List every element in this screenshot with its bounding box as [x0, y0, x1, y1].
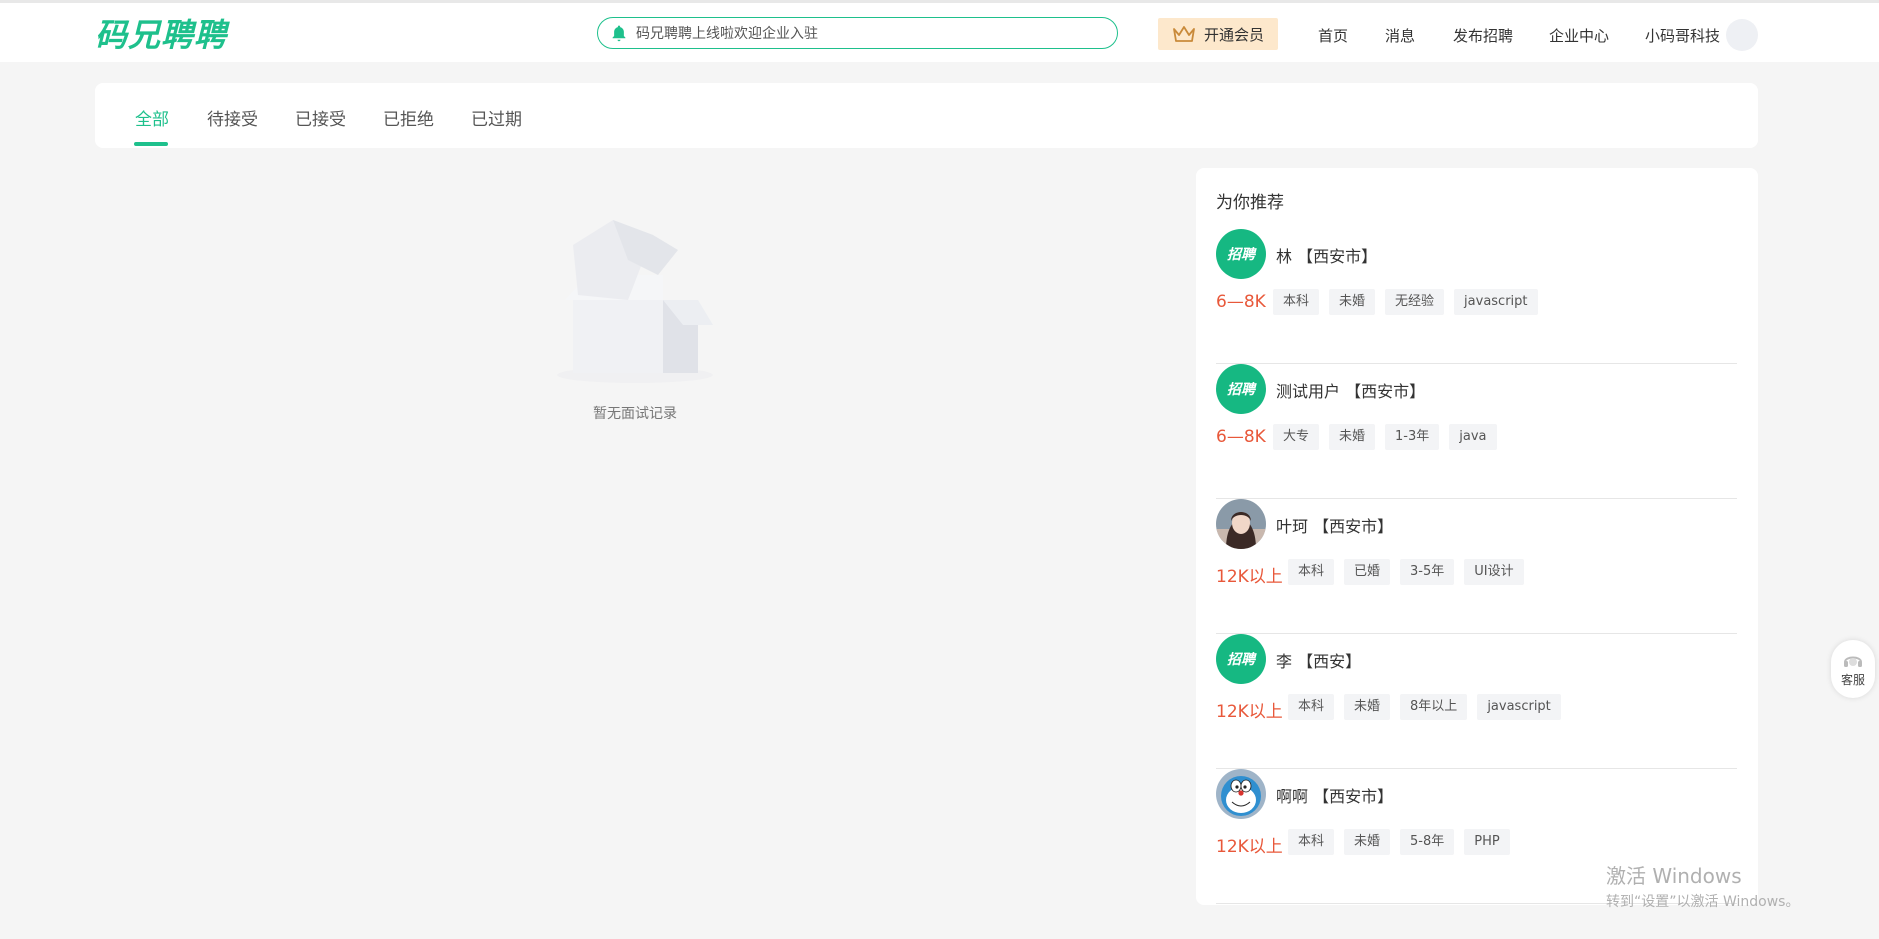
nav-messages[interactable]: 消息 [1385, 25, 1415, 46]
tag-list: 本科 已婚 3-5年 UI设计 [1288, 559, 1524, 585]
tag-list: 本科 未婚 5-8年 PHP [1288, 829, 1510, 855]
tag: 未婚 [1344, 694, 1391, 720]
candidate-name: 林 【西安市】 [1276, 247, 1378, 266]
salary: 6—8K [1216, 427, 1266, 447]
tag: java [1449, 424, 1497, 450]
watermark-line2: 转到“设置”以激活 Windows。 [1606, 894, 1800, 910]
tab-expired[interactable]: 已过期 [471, 105, 522, 130]
tag: 本科 [1273, 289, 1320, 315]
customer-service-button[interactable]: 客服 [1831, 640, 1875, 698]
vip-button[interactable]: 开通会员 [1158, 18, 1278, 50]
tag: 3-5年 [1400, 559, 1455, 585]
watermark-line1: 激活 Windows [1606, 864, 1742, 888]
tag: PHP [1464, 829, 1510, 855]
candidate-name: 叶珂 【西安市】 [1276, 517, 1394, 536]
crown-icon [1173, 26, 1195, 42]
headset-icon [1844, 656, 1862, 667]
recommend-item[interactable]: 招聘 李 【西安】 12K以上 本科 未婚 8年以上 javascript [1216, 634, 1737, 769]
vip-label: 开通会员 [1203, 25, 1264, 44]
recruit-logo-icon: 招聘 [1216, 364, 1266, 414]
tab-rejected[interactable]: 已拒绝 [383, 105, 434, 130]
notice-text: 码兄聘聘上线啦欢迎企业入驻 [636, 26, 818, 42]
notice-bar[interactable]: 码兄聘聘上线啦欢迎企业入驻 [597, 17, 1118, 49]
candidate-name: 啊啊 【西安市】 [1276, 787, 1394, 806]
site-logo[interactable]: 码兄聘聘 [95, 17, 227, 53]
empty-box-icon [557, 220, 713, 383]
tag: UI设计 [1464, 559, 1524, 585]
top-header: 码兄聘聘 码兄聘聘上线啦欢迎企业入驻 开通会员 首页 消息 发布招聘 企业中心 … [0, 0, 1879, 62]
active-tab-indicator [134, 142, 168, 146]
tag: 未婚 [1329, 424, 1376, 450]
bell-icon [612, 25, 626, 42]
recruit-logo-icon: 招聘 [1216, 229, 1266, 279]
empty-state-text: 暂无面试记录 [593, 406, 677, 422]
tag: 大专 [1273, 424, 1320, 450]
tag: javascript [1454, 289, 1538, 315]
tag: 已婚 [1344, 559, 1391, 585]
tag: 本科 [1288, 829, 1335, 855]
tag: 本科 [1288, 694, 1335, 720]
tag-list: 本科 未婚 8年以上 javascript [1288, 694, 1561, 720]
tag-list: 本科 未婚 无经验 javascript [1273, 289, 1538, 315]
tag: 1-3年 [1385, 424, 1440, 450]
tag: 本科 [1288, 559, 1335, 585]
candidate-name: 李 【西安】 [1276, 652, 1362, 671]
recruit-logo-icon: 招聘 [1216, 634, 1266, 684]
tab-accepted[interactable]: 已接受 [295, 105, 346, 130]
tag-list: 大专 未婚 1-3年 java [1273, 424, 1497, 450]
nav-company-name[interactable]: 小码哥科技 [1645, 25, 1720, 46]
tab-all[interactable]: 全部 [135, 105, 169, 130]
nav-home[interactable]: 首页 [1318, 25, 1348, 46]
tag: 未婚 [1329, 289, 1376, 315]
user-photo-avatar [1216, 499, 1266, 549]
nav-enterprise-center[interactable]: 企业中心 [1549, 25, 1609, 46]
recommend-item[interactable]: 招聘 测试用户 【西安市】 6—8K 大专 未婚 1-3年 java [1216, 364, 1737, 499]
candidate-name: 测试用户 【西安市】 [1276, 382, 1426, 401]
windows-activation-watermark: 激活 Windows 转到“设置”以激活 Windows。 [1606, 860, 1799, 911]
status-tabs: 全部 待接受 已接受 已拒绝 已过期 [95, 83, 1758, 148]
tag: 未婚 [1344, 829, 1391, 855]
tag: javascript [1477, 694, 1561, 720]
doraemon-avatar [1216, 769, 1266, 819]
recommend-item[interactable]: 叶珂 【西安市】 12K以上 本科 已婚 3-5年 UI设计 [1216, 499, 1737, 634]
service-label: 客服 [1840, 672, 1865, 687]
recommend-item[interactable]: 招聘 林 【西安市】 6—8K 本科 未婚 无经验 javascript [1216, 229, 1737, 364]
tag: 无经验 [1385, 289, 1445, 315]
tab-pending[interactable]: 待接受 [207, 105, 258, 130]
tag: 5-8年 [1400, 829, 1455, 855]
salary: 12K以上 [1216, 567, 1283, 587]
nav-post-job[interactable]: 发布招聘 [1453, 25, 1513, 46]
tag: 8年以上 [1400, 694, 1468, 720]
salary: 6—8K [1216, 292, 1266, 312]
recommend-title: 为你推荐 [1216, 193, 1284, 213]
salary: 12K以上 [1216, 837, 1283, 857]
recommend-panel: 为你推荐 招聘 林 【西安市】 6—8K 本科 未婚 无经验 javascrip… [1196, 168, 1758, 905]
salary: 12K以上 [1216, 702, 1283, 722]
user-avatar[interactable] [1726, 19, 1758, 51]
